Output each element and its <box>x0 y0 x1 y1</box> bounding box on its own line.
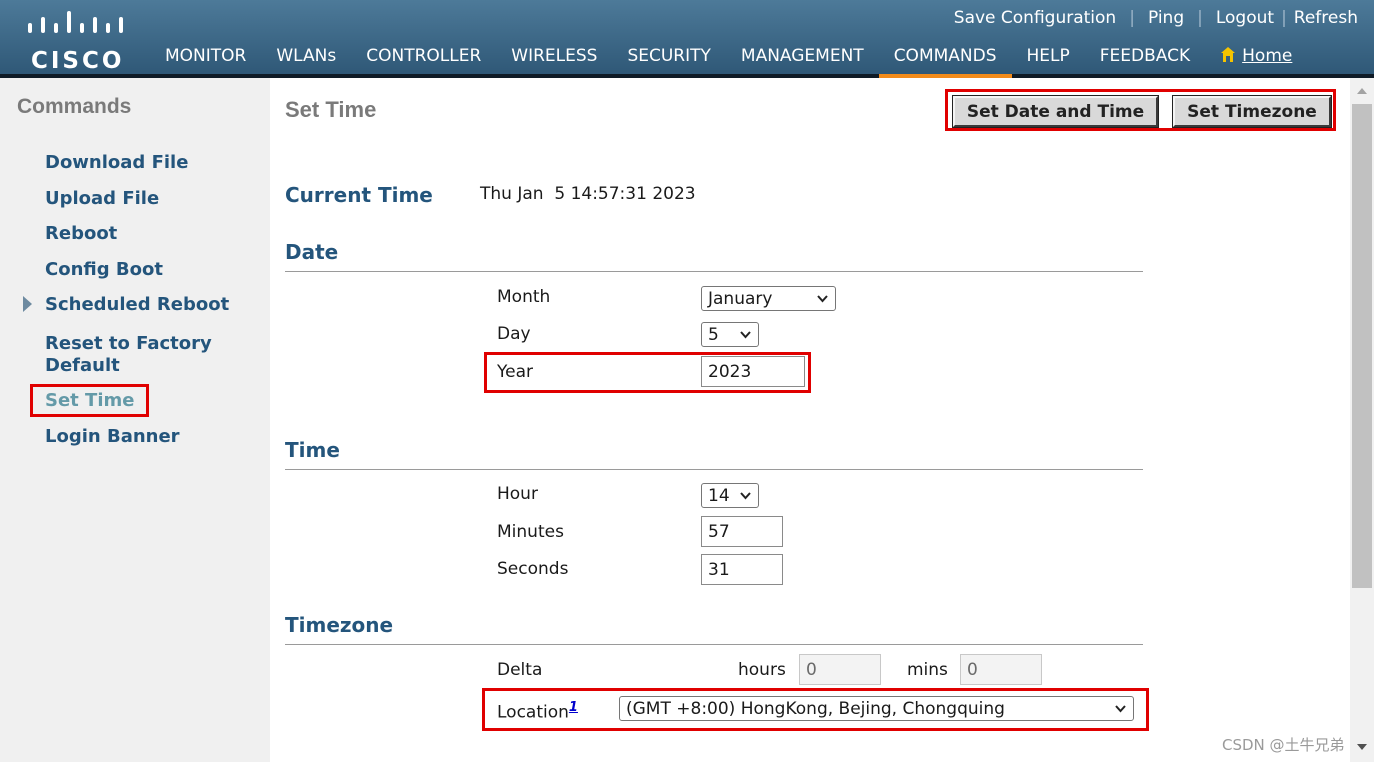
day-select[interactable]: 5 <box>701 322 759 347</box>
nav-home[interactable]: Home <box>1205 38 1307 74</box>
sidebar-item-login-banner[interactable]: Login Banner <box>45 426 245 448</box>
save-configuration-link[interactable]: Save Configuration <box>954 8 1116 28</box>
delta-hours-label: hours <box>738 660 786 680</box>
main-content: Set Time Set Date and Time Set Timezone … <box>270 78 1350 762</box>
cisco-bars-icon <box>28 11 123 33</box>
scroll-down-arrow-icon[interactable] <box>1357 744 1367 750</box>
nav-feedback[interactable]: FEEDBACK <box>1085 38 1205 74</box>
current-time-label: Current Time <box>285 183 433 207</box>
delta-hours-input[interactable]: 0 <box>799 654 881 685</box>
ping-link[interactable]: Ping <box>1148 8 1184 28</box>
year-input[interactable]: 2023 <box>701 356 805 387</box>
sidebar-item-reset-factory-default[interactable]: Reset to Factory Default <box>45 333 225 377</box>
set-date-time-button[interactable]: Set Date and Time <box>952 95 1159 128</box>
location-select-value: (GMT +8:00) HongKong, Bejing, Chongquing <box>626 698 1005 719</box>
hour-select-value: 14 <box>708 485 730 506</box>
section-divider <box>285 644 1143 645</box>
sidebar-item-download-file[interactable]: Download File <box>45 152 245 174</box>
logout-link[interactable]: Logout <box>1216 8 1274 28</box>
nav-management[interactable]: MANAGEMENT <box>726 38 879 74</box>
location-label: Location1 <box>497 700 578 723</box>
date-section-heading: Date <box>285 240 339 264</box>
set-timezone-button[interactable]: Set Timezone <box>1172 95 1332 128</box>
expand-arrow-icon[interactable] <box>23 296 32 312</box>
main-nav: MONITOR WLANs CONTROLLER WIRELESS SECURI… <box>150 38 1307 78</box>
day-select-value: 5 <box>708 324 719 345</box>
chevron-down-icon <box>817 295 828 303</box>
logo-wordmark: CISCO <box>31 48 125 74</box>
sidebar-item-reboot[interactable]: Reboot <box>45 223 245 245</box>
chevron-down-icon <box>740 331 751 339</box>
cisco-logo[interactable]: CISCO <box>22 8 132 74</box>
delta-mins-label: mins <box>907 660 948 680</box>
minutes-label: Minutes <box>497 522 564 542</box>
link-separator: | <box>1129 8 1135 28</box>
section-divider <box>285 271 1143 272</box>
month-select-value: January <box>708 288 773 309</box>
time-section-heading: Time <box>285 438 340 462</box>
vertical-scrollbar[interactable] <box>1350 78 1374 762</box>
nav-help[interactable]: HELP <box>1012 38 1085 74</box>
sidebar-item-upload-file[interactable]: Upload File <box>45 188 245 210</box>
location-select[interactable]: (GMT +8:00) HongKong, Bejing, Chongquing <box>619 696 1134 721</box>
utility-links: Save Configuration | Ping | Logout | Ref… <box>954 6 1358 30</box>
day-label: Day <box>497 324 531 344</box>
seconds-input[interactable]: 31 <box>701 554 783 585</box>
link-separator: | <box>1197 8 1203 28</box>
location-footnote-link[interactable]: 1 <box>569 700 578 715</box>
nav-wlans[interactable]: WLANs <box>261 38 351 74</box>
sidebar: Commands Download File Upload File Reboo… <box>0 78 270 762</box>
sidebar-item-config-boot[interactable]: Config Boot <box>45 259 245 281</box>
hour-select[interactable]: 14 <box>701 483 759 508</box>
link-separator: | <box>1281 8 1287 28</box>
timezone-section-heading: Timezone <box>285 613 394 637</box>
current-time-value: Thu Jan 5 14:57:31 2023 <box>480 184 696 204</box>
nav-home-label: Home <box>1242 46 1293 66</box>
month-label: Month <box>497 287 551 307</box>
delta-label: Delta <box>497 660 543 680</box>
hour-label: Hour <box>497 484 538 504</box>
scroll-up-arrow-icon[interactable] <box>1357 88 1367 94</box>
refresh-link[interactable]: Refresh <box>1294 8 1358 28</box>
sidebar-title: Commands <box>17 95 132 118</box>
nav-wireless[interactable]: WIRELESS <box>496 38 612 74</box>
watermark-text: CSDN @土牛兄弟 <box>1222 736 1345 754</box>
chevron-down-icon <box>1115 705 1126 713</box>
delta-mins-input[interactable]: 0 <box>960 654 1042 685</box>
nav-commands[interactable]: COMMANDS <box>878 38 1012 78</box>
scroll-thumb[interactable] <box>1352 104 1372 588</box>
highlight-box-set-time <box>30 384 149 417</box>
minutes-input[interactable]: 57 <box>701 516 783 547</box>
top-header: CISCO Save Configuration | Ping | Logout… <box>0 0 1374 78</box>
section-divider <box>285 469 1143 470</box>
sidebar-item-scheduled-reboot[interactable]: Scheduled Reboot <box>45 294 245 316</box>
location-label-text: Location <box>497 702 569 723</box>
year-label: Year <box>497 362 533 382</box>
page-title: Set Time <box>285 97 377 122</box>
chevron-down-icon <box>740 492 751 500</box>
month-select[interactable]: January <box>701 286 836 311</box>
home-icon <box>1221 47 1236 62</box>
nav-controller[interactable]: CONTROLLER <box>351 38 496 74</box>
nav-monitor[interactable]: MONITOR <box>150 38 261 74</box>
nav-security[interactable]: SECURITY <box>612 38 725 74</box>
seconds-label: Seconds <box>497 559 569 579</box>
